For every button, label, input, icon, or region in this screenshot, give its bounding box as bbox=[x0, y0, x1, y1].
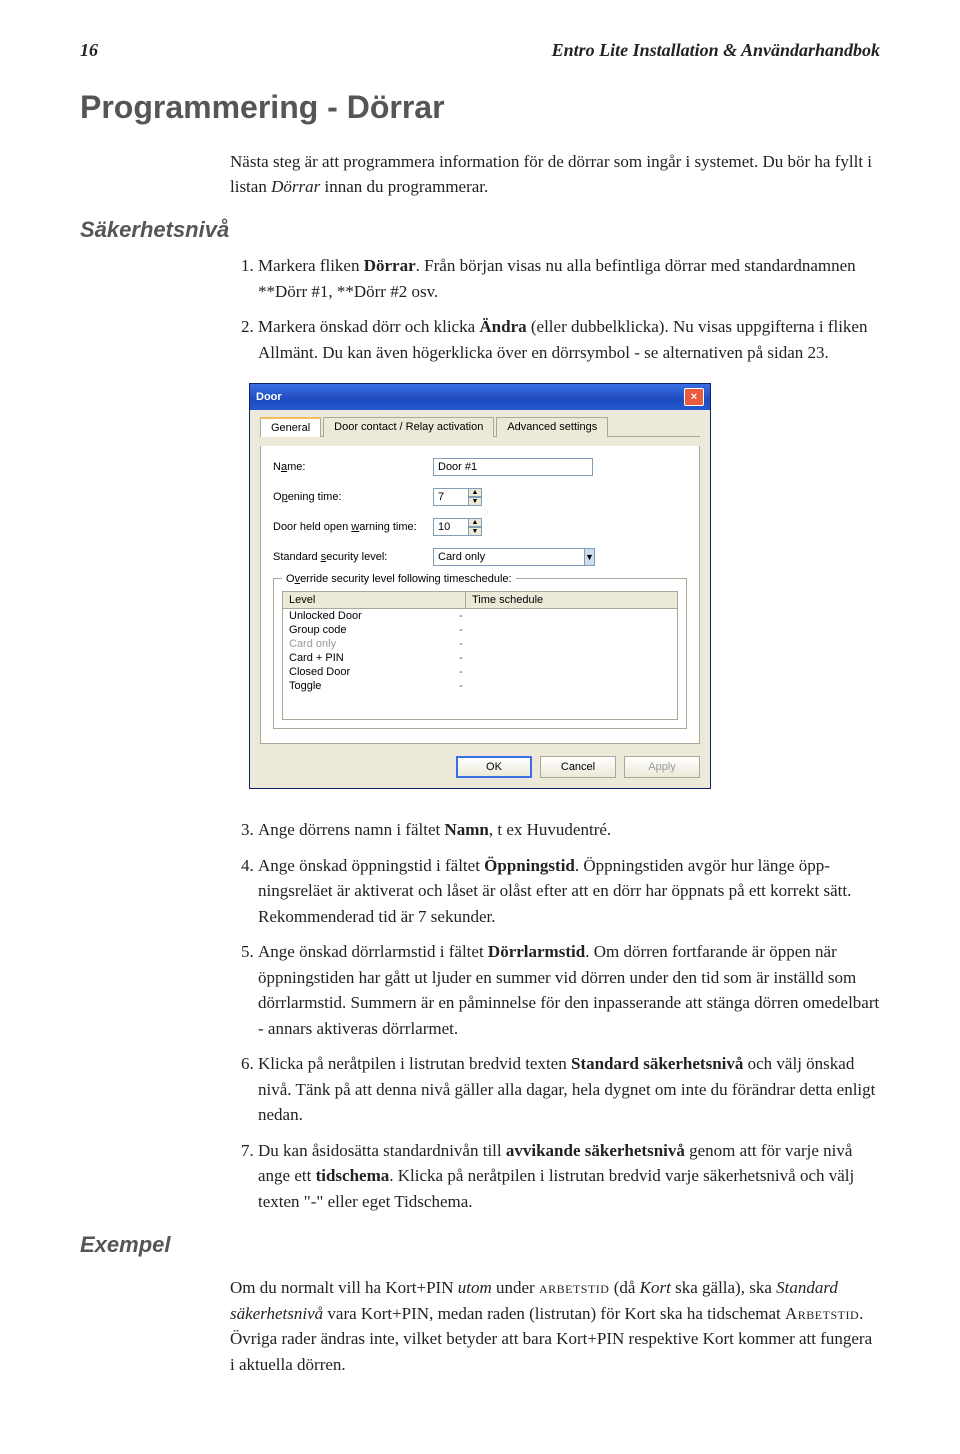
tab-pane-general: Name: Opening time: ▲ ▼ bbox=[260, 446, 700, 744]
steps-list-bottom: Ange dörrens namn i fältet Namn, t ex Hu… bbox=[230, 817, 880, 1214]
ok-button[interactable]: OK bbox=[456, 756, 532, 778]
arrow-down-icon[interactable]: ▼ bbox=[468, 527, 482, 536]
label-opening-time: Opening time: bbox=[273, 491, 433, 503]
override-list-header: Level Time schedule bbox=[282, 591, 678, 609]
page-header: 16 Entro Lite Installation & Användarhan… bbox=[80, 40, 880, 61]
step-1: Markera fliken Dörrar. Från början visas… bbox=[258, 253, 880, 304]
list-item[interactable]: Card + PIN- bbox=[283, 651, 677, 665]
opening-time-stepper[interactable]: ▲ ▼ bbox=[433, 488, 482, 506]
dialog-title: Door bbox=[256, 391, 282, 403]
subheading-security-level: Säkerhetsnivå bbox=[80, 217, 880, 243]
label-security-level: Standard security level: bbox=[273, 551, 433, 563]
col-header-time-schedule[interactable]: Time schedule bbox=[466, 592, 677, 608]
dialog-titlebar[interactable]: Door × bbox=[250, 384, 710, 410]
page-header-title: Entro Lite Installation & Användarhandbo… bbox=[552, 40, 880, 61]
override-list[interactable]: Unlocked Door-Group code-Card only-Card … bbox=[282, 609, 678, 720]
step-7: Du kan åsidosätta standardnivån till avv… bbox=[258, 1138, 880, 1215]
list-item[interactable]: Closed Door- bbox=[283, 665, 677, 679]
page-number: 16 bbox=[80, 40, 98, 61]
security-level-input[interactable] bbox=[433, 548, 585, 566]
cancel-button[interactable]: Cancel bbox=[540, 756, 616, 778]
intro-paragraph: Nästa steg är att programmera informatio… bbox=[230, 150, 880, 199]
warning-time-stepper[interactable]: ▲ ▼ bbox=[433, 518, 482, 536]
override-legend: Override security level following timesc… bbox=[282, 573, 516, 585]
list-item[interactable]: Toggle- bbox=[283, 679, 677, 693]
list-item[interactable]: Unlocked Door- bbox=[283, 609, 677, 623]
steps-list-top: Markera fliken Dörrar. Från början visas… bbox=[230, 253, 880, 365]
warning-time-input[interactable] bbox=[433, 518, 469, 536]
col-header-level[interactable]: Level bbox=[283, 592, 466, 608]
label-name: Name: bbox=[273, 461, 433, 473]
subheading-example: Exempel bbox=[80, 1232, 880, 1258]
step-2: Markera önskad dörr och klicka Ändra (el… bbox=[258, 314, 880, 365]
override-fieldset: Override security level following timesc… bbox=[273, 578, 687, 729]
label-warning-time: Door held open warning time: bbox=[273, 521, 433, 533]
tab-general[interactable]: General bbox=[260, 417, 321, 437]
close-icon[interactable]: × bbox=[684, 388, 704, 406]
arrow-down-icon[interactable]: ▼ bbox=[468, 497, 482, 506]
arrow-up-icon[interactable]: ▲ bbox=[468, 488, 482, 497]
list-item[interactable]: Card only- bbox=[283, 637, 677, 651]
chevron-down-icon[interactable]: ▼ bbox=[585, 548, 595, 566]
step-6: Klicka på neråtpilen i listrutan bredvid… bbox=[258, 1051, 880, 1128]
step-5: Ange önskad dörrlarmstid i fältet Dörrla… bbox=[258, 939, 880, 1041]
opening-time-input[interactable] bbox=[433, 488, 469, 506]
apply-button: Apply bbox=[624, 756, 700, 778]
tab-advanced[interactable]: Advanced settings bbox=[496, 417, 608, 437]
name-field[interactable] bbox=[433, 458, 593, 476]
list-item[interactable]: Group code- bbox=[283, 623, 677, 637]
section-heading-programming-doors: Programmering - Dörrar bbox=[80, 89, 880, 126]
arrow-up-icon[interactable]: ▲ bbox=[468, 518, 482, 527]
tab-door-contact[interactable]: Door contact / Relay activation bbox=[323, 417, 494, 437]
security-level-combo[interactable]: ▼ bbox=[433, 548, 593, 566]
example-paragraph: Om du normalt vill ha Kort+PIN utom unde… bbox=[230, 1275, 880, 1377]
step-3: Ange dörrens namn i fältet Namn, t ex Hu… bbox=[258, 817, 880, 843]
door-dialog: Door × General Door contact / Relay acti… bbox=[249, 383, 711, 789]
step-4: Ange önskad öppningstid i fältet Öppning… bbox=[258, 853, 880, 930]
